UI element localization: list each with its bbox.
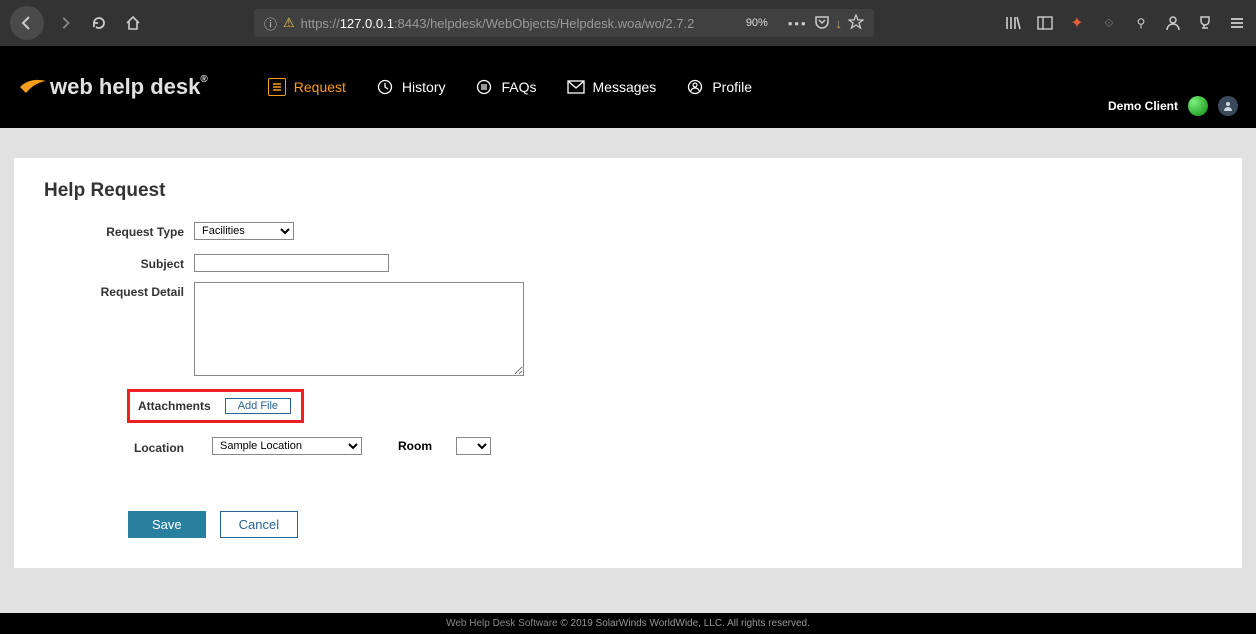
tab-faqs[interactable]: FAQs [475, 78, 536, 96]
url-bar[interactable]: ⓘ ⚠ https://127.0.0.1:8443/helpdesk/WebO… [254, 9, 874, 37]
forward-button[interactable] [52, 10, 78, 36]
save-button[interactable]: Save [128, 511, 206, 538]
label-location: Location [44, 438, 194, 455]
help-request-card: Help Request Request Type Facilities Sub… [14, 158, 1242, 568]
footer-link[interactable]: Web Help Desk Software [446, 618, 558, 629]
request-type-select[interactable]: Facilities [194, 222, 294, 240]
nav-tabs: Request History FAQs Messages Profile [268, 78, 752, 96]
library-icon[interactable] [1004, 14, 1022, 32]
extension-icon-2[interactable]: ⟐ [1100, 14, 1118, 32]
account-icon[interactable] [1164, 14, 1182, 32]
row-attachments: Attachments Add File [44, 389, 1212, 423]
request-icon [268, 78, 286, 96]
page-title: Help Request [44, 180, 1212, 202]
tab-profile[interactable]: Profile [686, 78, 752, 96]
row-subject: Subject [44, 254, 1212, 272]
menu-icon[interactable] [1228, 14, 1246, 32]
reload-button[interactable] [86, 10, 112, 36]
ellipsis-icon[interactable]: ••• [788, 16, 808, 31]
add-file-button[interactable]: Add File [225, 398, 291, 414]
home-button[interactable] [120, 10, 146, 36]
arrow-right-icon [58, 16, 72, 30]
tab-history[interactable]: History [376, 78, 446, 96]
location-select[interactable]: Sample Location [212, 437, 362, 455]
reload-icon [91, 15, 107, 31]
faqs-icon [475, 78, 493, 96]
subject-input[interactable] [194, 254, 389, 272]
label-subject: Subject [44, 254, 194, 271]
profile-icon [686, 78, 704, 96]
star-icon[interactable] [848, 14, 864, 33]
status-dot-icon[interactable] [1188, 96, 1208, 116]
header-user: Demo Client [1108, 96, 1238, 116]
tab-label: Messages [593, 79, 657, 95]
tab-label: Request [294, 79, 346, 95]
label-room: Room [398, 439, 432, 453]
label-request-detail: Request Detail [44, 282, 194, 299]
request-detail-textarea[interactable] [194, 282, 524, 376]
label-attachments: Attachments [138, 399, 211, 413]
content-area: Help Request Request Type Facilities Sub… [0, 128, 1256, 568]
download-icon[interactable]: ↓ [836, 16, 843, 31]
extension-icon-1[interactable]: ✦ [1068, 14, 1086, 32]
user-avatar-icon[interactable] [1218, 96, 1238, 116]
cancel-button[interactable]: Cancel [220, 511, 298, 538]
tab-request[interactable]: Request [268, 78, 346, 96]
pocket-icon[interactable] [814, 14, 830, 33]
tab-label: FAQs [501, 79, 536, 95]
row-request-detail: Request Detail [44, 282, 1212, 379]
footer-copyright: © 2019 SolarWinds WorldWide, LLC. All ri… [558, 618, 810, 629]
logo[interactable]: web help desk® [20, 74, 208, 100]
messages-icon [567, 78, 585, 96]
label-request-type: Request Type [44, 222, 194, 239]
footer: Web Help Desk Software © 2019 SolarWinds… [0, 613, 1256, 634]
tab-label: Profile [712, 79, 752, 95]
button-row: Save Cancel [128, 511, 1212, 538]
attachments-highlight: Attachments Add File [127, 389, 304, 423]
tab-label: History [402, 79, 446, 95]
trophy-icon[interactable] [1196, 14, 1214, 32]
extension-icon-3[interactable]: ⚲ [1132, 14, 1150, 32]
browser-toolbar: ⓘ ⚠ https://127.0.0.1:8443/helpdesk/WebO… [0, 0, 1256, 46]
sidebar-icon[interactable] [1036, 14, 1054, 32]
arrow-left-icon [19, 15, 35, 31]
row-request-type: Request Type Facilities [44, 222, 1212, 240]
home-icon [125, 15, 141, 31]
logo-text: web help desk® [50, 74, 208, 100]
url-text: https://127.0.0.1:8443/helpdesk/WebObjec… [301, 16, 740, 31]
tab-messages[interactable]: Messages [567, 78, 657, 96]
info-icon: ⓘ [264, 14, 277, 33]
back-button[interactable] [10, 6, 44, 40]
zoom-level: 90% [746, 17, 768, 29]
app-header: web help desk® Request History FAQs Mess… [0, 46, 1256, 128]
logo-swoosh-icon [20, 77, 46, 97]
user-name: Demo Client [1108, 99, 1178, 113]
warning-icon: ⚠ [283, 15, 295, 31]
history-icon [376, 78, 394, 96]
room-select[interactable] [456, 437, 491, 455]
row-location: Location Sample Location Room [44, 437, 1212, 455]
